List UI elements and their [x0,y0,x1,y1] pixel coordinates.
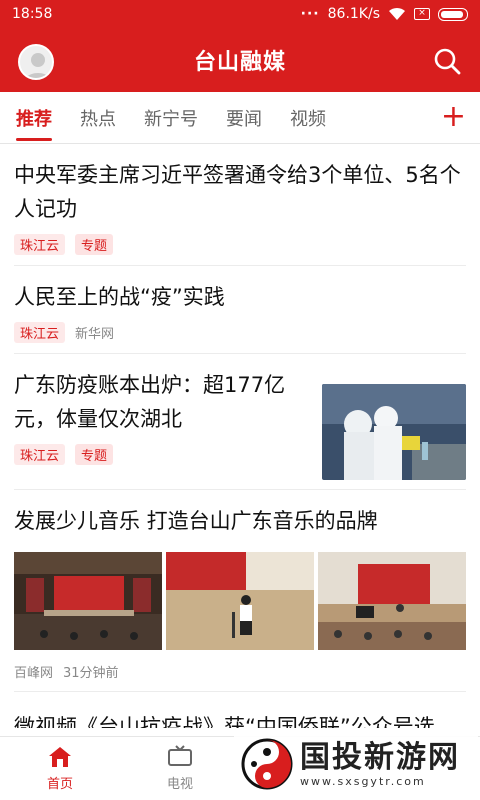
source-tag: 珠江云 [14,444,66,465]
publisher-label: 新华网 [75,327,115,342]
watermark-url: www.sxsgytr.com [300,774,426,788]
nav-tv[interactable]: 电视 [120,737,240,800]
sim-x-icon: × [414,8,430,20]
topic-tag: 专题 [75,234,114,255]
news-gallery [14,552,466,650]
news-headline: 人民至上的战“疫”实践 [14,285,225,309]
tab-recommend[interactable]: 推荐 [16,93,52,143]
search-icon[interactable] [432,46,462,76]
topic-tag: 专题 [75,444,114,465]
news-item[interactable]: 发展少儿音乐 打造台山广东音乐的品牌 百峰网 31分钟前 [0,490,480,692]
news-meta: 珠江云 专题 [14,234,466,255]
nav-home[interactable]: 首页 [0,737,120,800]
status-time: 18:58 [12,6,53,22]
news-item[interactable]: 中央军委主席习近平签署通令给3个单位、5名个人记功 珠江云 专题 [0,144,480,266]
user-icon [25,53,51,78]
tv-icon [168,745,192,766]
channel-tabs: 推荐 热点 新宁号 要闻 视频 + [0,92,480,144]
publish-time: 31分钟前 [63,666,119,681]
publisher-label: 百峰网 [14,666,54,681]
news-item[interactable]: 人民至上的战“疫”实践 珠江云 新华网 [0,266,480,354]
nav-tv-label: 电视 [166,777,193,792]
source-tag: 珠江云 [14,234,66,255]
tab-news[interactable]: 要闻 [226,93,262,143]
tab-hot[interactable]: 热点 [80,93,116,143]
source-tag: 珠江云 [14,322,66,343]
tab-video[interactable]: 视频 [290,93,326,143]
news-headline: 中央军委主席习近平签署通令给3个单位、5名个人记功 [14,163,461,221]
battery-icon [438,7,468,21]
news-meta: 珠江云 专题 [14,444,314,465]
avatar[interactable] [18,44,54,80]
news-meta: 珠江云 新华网 [14,322,466,343]
app-bar: 台山融媒 [0,28,480,92]
watermark-logo-icon [241,738,293,790]
nav-home-label: 首页 [46,777,73,792]
news-headline-partial[interactable]: 微视频《台山抗疫战》获“中国侨联”公众号选 [0,710,480,728]
news-meta: 百峰网 31分钟前 [14,662,466,681]
news-thumbnail [322,384,466,480]
watermark-title: 国投新游网 [300,739,460,775]
news-headline: 广东防疫账本出炉：超177亿元，体量仅次湖北 [14,373,286,431]
network-speed: 86.1K/s [327,6,380,22]
concert-hall-photo [318,552,466,650]
add-channel-button[interactable]: + [441,102,466,132]
home-icon [49,747,71,767]
wifi-icon [389,7,405,20]
status-dots: ··· [300,6,320,22]
tab-xinning[interactable]: 新宁号 [144,93,198,143]
app-title: 台山融媒 [193,50,286,75]
concert-stage-photo [14,552,162,650]
divider [14,691,466,692]
news-headline: 发展少儿音乐 打造台山广东音乐的品牌 [14,509,378,533]
erhu-performer-photo [166,552,314,650]
status-bar: 18:58 ··· 86.1K/s × [0,0,480,28]
watermark: 国投新游网 www.sxsgytr.com [234,730,478,798]
